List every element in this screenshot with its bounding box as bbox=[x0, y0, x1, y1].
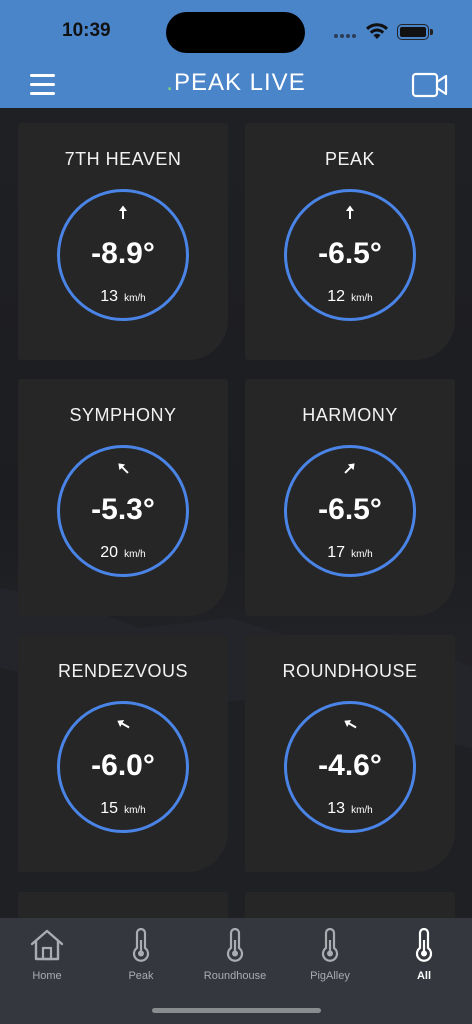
wind-speed: 13 km/h bbox=[287, 800, 413, 818]
wind-speed-unit: km/h bbox=[351, 293, 373, 304]
wind-speed-value: 15 bbox=[100, 800, 119, 817]
brand-dot: . bbox=[166, 69, 174, 96]
temperature-value: -8.9° bbox=[91, 237, 155, 270]
tab-all[interactable]: All bbox=[379, 928, 469, 998]
tab-label: Peak bbox=[128, 970, 154, 982]
wind-direction-icon bbox=[344, 720, 357, 729]
tab-pigalley[interactable]: PigAlley bbox=[285, 928, 375, 998]
station-name: PEAK bbox=[324, 149, 376, 169]
status-bar: 10:39 bbox=[0, 0, 472, 62]
station-name: RENDEZVOUS bbox=[57, 661, 188, 681]
home-icon bbox=[30, 929, 64, 961]
tab-label: Home bbox=[32, 970, 62, 982]
station-card-partial bbox=[245, 892, 455, 918]
wind-speed: 15 km/h bbox=[60, 800, 186, 818]
temperature-ring: -8.9° 13 km/h bbox=[57, 189, 189, 321]
thermometer-icon bbox=[415, 928, 433, 962]
station-name: SYMPHONY bbox=[69, 405, 177, 425]
temperature-value: -6.5° bbox=[318, 493, 382, 526]
temperature-value: -6.0° bbox=[91, 749, 155, 782]
wind-speed-unit: km/h bbox=[124, 293, 146, 304]
station-card[interactable]: ROUNDHOUSE -4.6° 13 km/h bbox=[245, 635, 455, 872]
wind-direction-icon bbox=[346, 205, 354, 219]
nav-bar: .PEAK LIVE bbox=[0, 62, 472, 108]
wind-speed: 13 km/h bbox=[60, 288, 186, 306]
wind-speed-value: 12 bbox=[327, 288, 346, 305]
station-card[interactable]: PEAK -6.5° 12 km/h bbox=[245, 123, 455, 360]
wind-speed-unit: km/h bbox=[124, 549, 146, 560]
wind-speed-unit: km/h bbox=[351, 805, 373, 816]
wind-direction-icon bbox=[118, 463, 129, 474]
brand-name: PEAK LIVE bbox=[173, 69, 306, 96]
cellular-signal-icon bbox=[334, 34, 358, 40]
tab-home[interactable]: Home bbox=[2, 928, 92, 998]
video-camera-icon bbox=[411, 72, 448, 98]
wind-speed: 20 km/h bbox=[60, 544, 186, 562]
temperature-value: -6.5° bbox=[318, 237, 382, 270]
station-card[interactable]: HARMONY -6.5° 17 km/h bbox=[245, 379, 455, 616]
wind-speed: 17 km/h bbox=[287, 544, 413, 562]
video-camera-button[interactable] bbox=[411, 70, 449, 100]
stations-grid[interactable]: 7TH HEAVEN -8.9° 13 km/h PEAK -6.5° 12 km/… bbox=[0, 108, 472, 918]
status-time: 10:39 bbox=[62, 20, 111, 41]
temperature-value: -5.3° bbox=[91, 493, 155, 526]
dynamic-island bbox=[166, 12, 305, 53]
temperature-ring: -6.5° 17 km/h bbox=[284, 445, 416, 577]
wind-direction-icon bbox=[119, 205, 127, 219]
temperature-ring: -5.3° 20 km/h bbox=[57, 445, 189, 577]
app-title: .PEAK LIVE bbox=[0, 69, 472, 97]
temperature-ring: -4.6° 13 km/h bbox=[284, 701, 416, 833]
wind-speed-unit: km/h bbox=[351, 549, 373, 560]
wind-speed-value: 13 bbox=[100, 288, 119, 305]
station-card[interactable]: SYMPHONY -5.3° 20 km/h bbox=[18, 379, 228, 616]
thermometer-icon bbox=[226, 928, 244, 962]
station-card[interactable]: 7TH HEAVEN -8.9° 13 km/h bbox=[18, 123, 228, 360]
wind-speed-value: 13 bbox=[327, 800, 346, 817]
station-name: 7TH HEAVEN bbox=[64, 149, 182, 169]
tab-label: PigAlley bbox=[310, 970, 350, 982]
wind-speed-unit: km/h bbox=[124, 805, 146, 816]
station-name: ROUNDHOUSE bbox=[282, 661, 418, 681]
battery-icon bbox=[397, 24, 433, 40]
tab-label: All bbox=[416, 970, 432, 982]
station-name: HARMONY bbox=[302, 405, 398, 425]
temperature-ring: -6.5° 12 km/h bbox=[284, 189, 416, 321]
tab-label: Roundhouse bbox=[203, 970, 267, 982]
wifi-icon bbox=[366, 23, 388, 39]
tab-roundhouse[interactable]: Roundhouse bbox=[190, 928, 280, 998]
wind-speed-value: 20 bbox=[100, 544, 119, 561]
station-card[interactable]: RENDEZVOUS -6.0° 15 km/h bbox=[18, 635, 228, 872]
temperature-ring: -6.0° 15 km/h bbox=[57, 701, 189, 833]
station-card-partial bbox=[18, 892, 228, 918]
temperature-value: -4.6° bbox=[318, 749, 382, 782]
thermometer-icon bbox=[132, 928, 150, 962]
wind-speed-value: 17 bbox=[327, 544, 346, 561]
thermometer-icon bbox=[321, 928, 339, 962]
wind-speed: 12 km/h bbox=[287, 288, 413, 306]
tab-peak[interactable]: Peak bbox=[96, 928, 186, 998]
home-indicator bbox=[152, 1008, 321, 1013]
wind-direction-icon bbox=[117, 720, 130, 729]
wind-direction-icon bbox=[344, 463, 355, 474]
